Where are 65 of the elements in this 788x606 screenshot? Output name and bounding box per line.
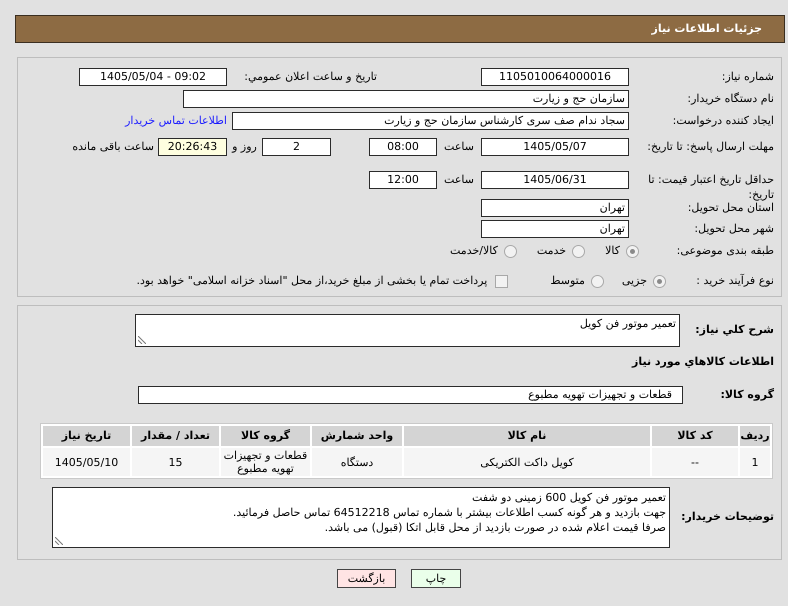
province-field[interactable]: تهران [481,199,629,217]
radio-button[interactable] [626,244,639,258]
table-header-cell: واحد شمارش [312,426,402,446]
table-header-cell: تعداد / مقدار [132,426,219,446]
days-label: روز و [232,138,257,155]
field-label: شرح كلي نياز: [695,323,774,336]
field-label: طبقه بندی موضوعی: [676,244,774,257]
remaining-label: ساعت باقی مانده [72,140,154,153]
field-label: گروه کالا: [720,388,774,401]
resize-grip-icon[interactable] [138,336,146,344]
buyer-notes-field[interactable]: تعمیر موتور فن کویل 600 زمینی دو شفت جهت بازدید و هر گونه کسب اطلاعات بیشتر با شماره تماس 64512218 تماس حاصل فرمائید. صرفا قیمت اعلام شده در صورت بازدید از محل قابل اتکا (قبول) می باشد. [52,487,670,548]
field-label: استان محل تحویل: [688,200,774,214]
buyer-org-field[interactable]: سازمان حج و زیارت [183,90,629,108]
table-header-cell: تاریخ نیاز [43,426,130,446]
category-option-label: کالا/خدمت [450,242,498,259]
table-cell: کویل داکت الکتریکی [404,448,650,476]
table-cell: 1 [740,448,770,476]
deadline-date-field[interactable]: 1405/05/07 [481,138,629,156]
field-label: شماره نیاز: [722,70,774,83]
table-header-cell: نام کالا [404,426,650,446]
field-label: ایجاد کننده درخواست: [672,114,774,127]
validity-time-field[interactable]: 12:00 [369,171,437,189]
need-summary-field[interactable]: تعمیر موتور فن کویل [135,314,680,347]
requester-field[interactable]: سجاد ندام صف سری کارشناس سازمان حج و زیارت [232,112,629,130]
time-label: ساعت [444,172,474,188]
days-field[interactable]: 2 [262,138,331,156]
page-title: جزئیات اطلاعات نیاز [652,20,762,37]
goods-group-field[interactable]: قطعات و تجهیزات تهویه مطبوع [138,386,683,404]
section-title: اطلاعات كالاهاي مورد نياز [632,355,774,368]
announce-date-field[interactable]: 1405/05/04 - 09:02 [79,68,227,86]
print-button[interactable]: چاپ [411,569,461,588]
remaining-time-field[interactable]: 20:26:43 [158,138,227,156]
process-option-label: جزیی [622,272,647,289]
table-cell: -- [652,448,738,476]
table-cell: قطعات و تجهیزات تهویه مطبوع [221,448,310,476]
radio-button[interactable] [572,244,586,258]
table-header-cell: ردیف [740,426,770,446]
field-label: حداقل تاریخ اعتبار قیمت: تا تاریخ: [647,172,774,202]
table-cell: 1405/05/10 [43,448,130,476]
field-label: تاریخ و ساعت اعلان عمومي: [244,70,377,83]
validity-date-field[interactable]: 1405/06/31 [481,171,629,189]
process-option-label: متوسط [550,272,585,289]
table-cell: دستگاه [312,448,402,476]
deadline-time-field[interactable]: 08:00 [369,138,437,156]
field-label: نوع فرآیند خرید : [696,274,774,287]
category-option-label: خدمت [536,242,566,259]
radio-button[interactable] [653,274,666,288]
resize-grip-icon[interactable] [55,537,63,545]
city-field[interactable]: تهران [481,220,629,238]
need-number-field[interactable]: 1105010064000016 [481,68,629,86]
category-option-label: کالا [605,242,620,259]
field-label: مهلت ارسال پاسخ: تا تاریخ: [646,139,774,154]
radio-button[interactable] [590,274,604,288]
checkbox[interactable] [495,274,508,288]
back-button[interactable]: بازگشت [337,569,396,588]
time-label: ساعت [444,138,474,155]
field-label: شهر محل تحویل: [694,222,774,235]
buyer-contact-link[interactable]: اطلاعات تماس خریدار [125,112,227,130]
table-cell: 15 [132,448,219,476]
table-header-cell: کد کالا [652,426,738,446]
radio-button[interactable] [504,244,517,258]
field-label: نام دستگاه خریدار: [687,92,774,105]
field-label: توضیحات خریدار: [681,510,774,524]
table-header-cell: گروه کالا [221,426,310,446]
treasury-payment-note: پرداخت تمام یا بخشی از مبلغ خرید،از محل "اسناد خزانه اسلامی" خواهد بود. [136,272,488,289]
